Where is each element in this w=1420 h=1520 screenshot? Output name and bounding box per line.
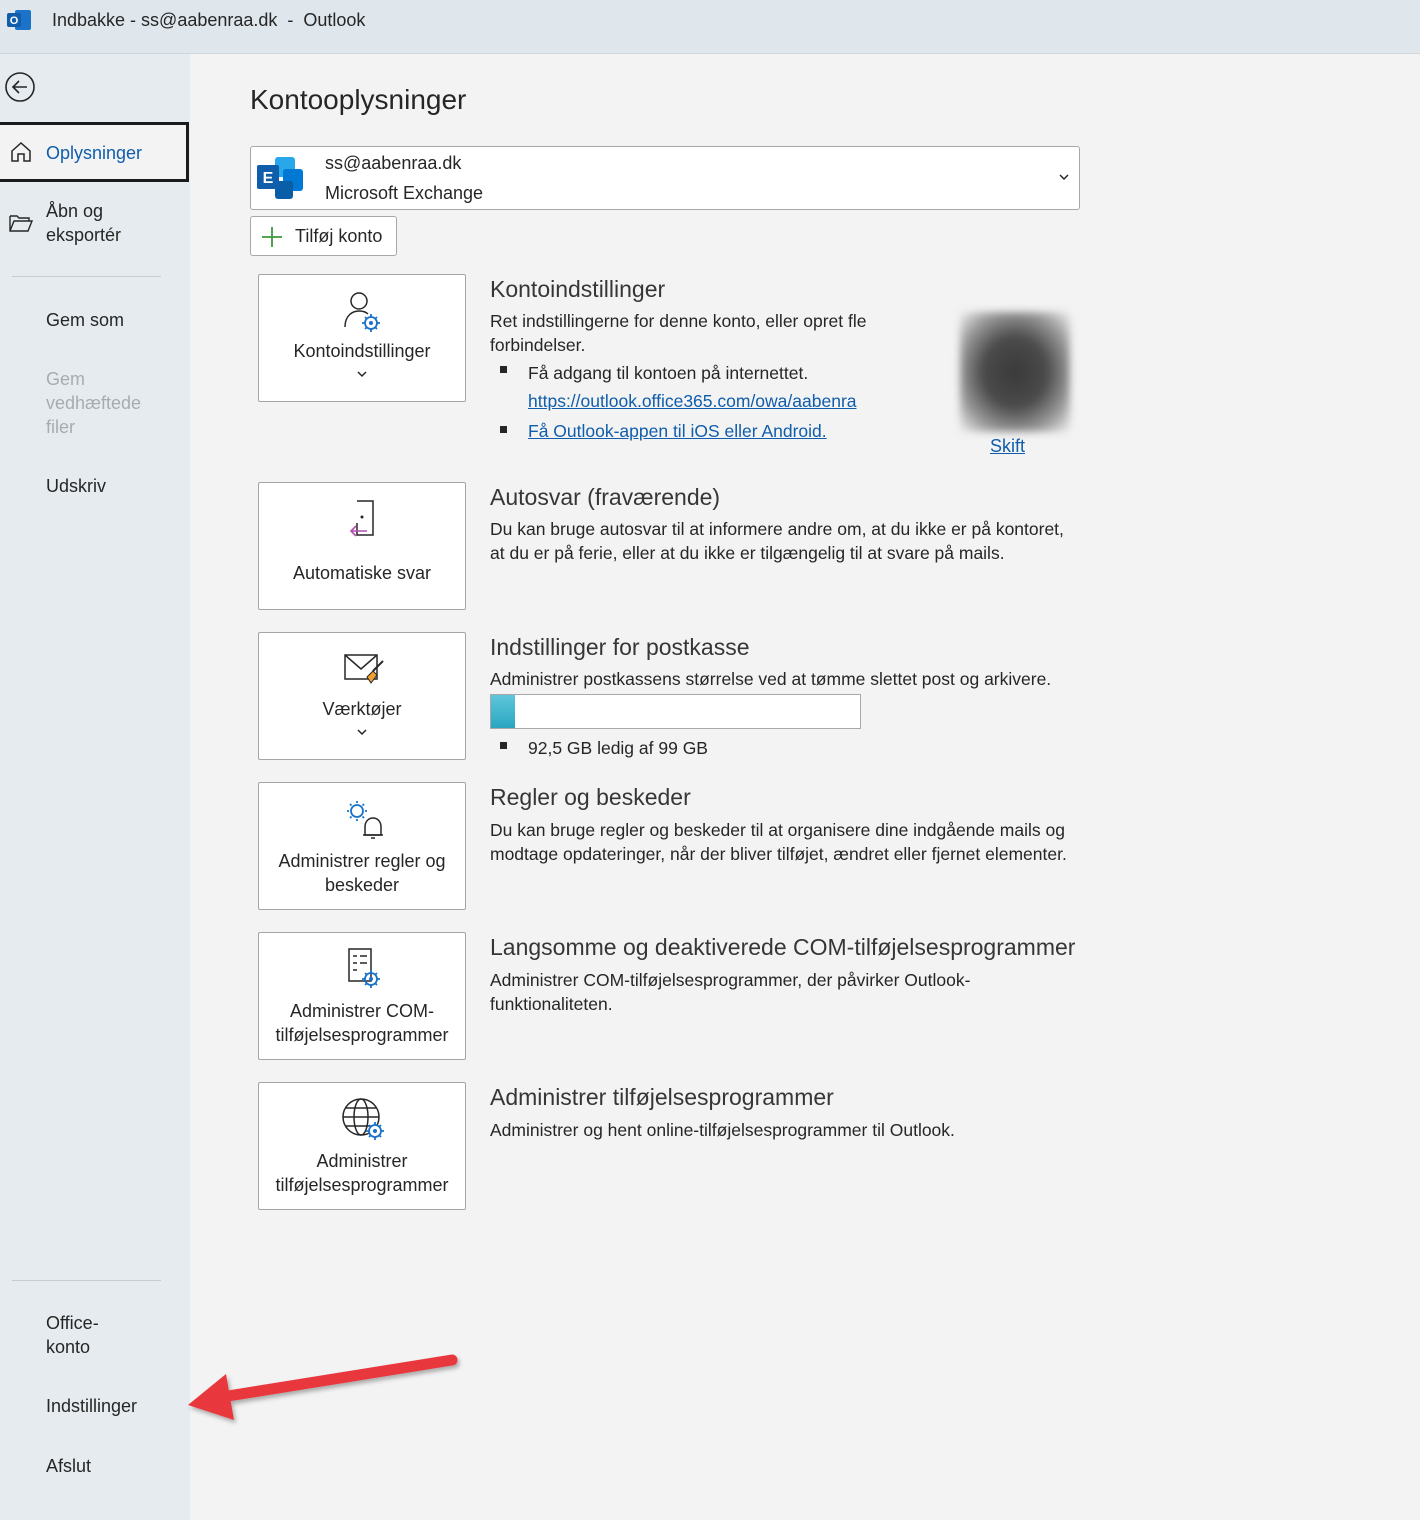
storage-progress-bar: [490, 694, 861, 729]
nav-label: Oplysninger: [46, 143, 143, 163]
section-description: Du kan bruge autosvar til at informere a…: [490, 519, 1064, 563]
profile-photo: [960, 312, 1070, 432]
nav-label: Åbn og eksportér: [46, 201, 122, 245]
tile-label: Værktøjer: [322, 699, 402, 719]
account-settings-tile[interactable]: Kontoindstillinger: [258, 274, 466, 402]
page-title: Kontooplysninger: [250, 84, 467, 115]
nav-item-aabn-og-eksporter[interactable]: Åbn og eksportér: [0, 199, 190, 253]
tools-tile[interactable]: Værktøjer: [258, 632, 466, 760]
section-description: Administrer COM-tilføjelsesprogrammer, d…: [490, 970, 971, 1014]
chevron-down-icon: [357, 729, 367, 736]
account-email: ss@aabenraa.dk: [325, 153, 462, 173]
com-addins-tile[interactable]: Administrer COM-tilføjelsesprogrammer: [258, 932, 466, 1060]
chevron-down-icon: [1059, 174, 1069, 181]
mobile-app-link[interactable]: Få Outlook-appen til iOS eller Android.: [528, 419, 827, 443]
nav-label: Gem som: [46, 310, 125, 330]
user-settings-icon: [344, 292, 380, 332]
nav-item-office-konto[interactable]: Office-konto: [0, 1311, 190, 1359]
section-description: Ret indstillingerne for denne konto, ell…: [490, 311, 867, 331]
section-description-cont: forbindelser.: [490, 335, 586, 355]
tile-label: Administrer COM-tilføjelsesprogrammer: [275, 1001, 449, 1045]
section-title: Regler og beskeder: [490, 784, 691, 810]
globe-settings-icon: [342, 1098, 384, 1140]
section-description: Du kan bruge regler og beskeder til at o…: [490, 820, 1067, 864]
svg-text:O: O: [10, 15, 19, 27]
main-content: Kontooplysninger E ss@aabenraa.dk Micros…: [190, 54, 1420, 1520]
section-description: Administrer postkassens størrelse ved at…: [490, 669, 1052, 689]
account-selector[interactable]: E ss@aabenraa.dk Microsoft Exchange: [250, 146, 1080, 210]
tile-label: Automatiske svar: [292, 563, 432, 583]
window-title: Indbakke - ss@aabenraa.dk - Outlook: [52, 10, 366, 30]
bullet-icon: [500, 742, 507, 749]
back-arrow-icon[interactable]: [3, 70, 37, 104]
section-title: Kontoindstillinger: [490, 276, 666, 302]
home-icon: [11, 141, 31, 162]
door-arrow-icon: [349, 500, 374, 537]
nav-item-indstillinger[interactable]: Indstillinger: [0, 1394, 190, 1418]
bullet-icon: [500, 426, 507, 433]
mailbox-cleanup-icon: [344, 654, 384, 684]
annotation-arrow: [188, 1354, 458, 1420]
nav-label: Office-konto: [46, 1313, 99, 1357]
nav-item-gem-vedhaeftede-filer: Gem vedhæftede filer: [0, 367, 190, 439]
folder-open-icon: [9, 215, 34, 232]
change-photo-link[interactable]: Skift: [990, 436, 1025, 457]
svg-text:E: E: [263, 170, 274, 187]
nav-item-oplysninger[interactable]: Oplysninger: [0, 122, 189, 182]
nav-separator: [12, 1280, 161, 1281]
bullet-icon: [500, 366, 507, 373]
bullet-text: Få adgang til kontoen på internettet.: [528, 363, 809, 383]
blurred-overlay: [875, 304, 915, 414]
nav-separator: [12, 276, 161, 277]
nav-label: Gem vedhæftede filer: [46, 369, 142, 437]
section-title: Autosvar (fraværende): [490, 484, 721, 510]
nav-item-udskriv[interactable]: Udskriv: [0, 474, 190, 498]
tile-label: Administrer tilføjelsesprogrammer: [275, 1151, 449, 1195]
section-title: Langsomme og deaktiverede COM-tilføjelse…: [490, 934, 1076, 960]
nav-label: Udskriv: [46, 476, 107, 496]
nav-label: Indstillinger: [46, 1396, 138, 1416]
storage-text: 92,5 GB ledig af 99 GB: [528, 738, 708, 758]
nav-label: Afslut: [46, 1456, 92, 1476]
section-description: Administrer og hent online-tilføjelsespr…: [490, 1120, 955, 1140]
section-title: Indstillinger for postkasse: [490, 634, 750, 660]
com-addins-icon: [348, 948, 380, 988]
tile-label: Kontoindstillinger: [293, 341, 431, 361]
chevron-down-icon: [357, 371, 367, 378]
automatic-replies-tile[interactable]: Automatiske svar: [258, 482, 466, 610]
outlook-app-icon: O: [7, 10, 31, 30]
title-bar: O Indbakke - ss@aabenraa.dk - Outlook: [0, 0, 1420, 54]
exchange-logo-icon: E: [257, 157, 303, 199]
addins-tile[interactable]: Administrer tilføjelsesprogrammer: [258, 1082, 466, 1210]
storage-progress-fill: [491, 695, 516, 728]
owa-link[interactable]: https://outlook.office365.com/owa/aabenr…: [528, 389, 857, 413]
nav-item-gem-som[interactable]: Gem som: [0, 308, 190, 332]
plus-icon: [262, 227, 282, 247]
nav-item-afslut[interactable]: Afslut: [0, 1454, 190, 1478]
tile-label: Administrer regler og beskeder: [278, 851, 446, 895]
add-account-button[interactable]: Tilføj konto: [250, 216, 397, 256]
account-type: Microsoft Exchange: [325, 183, 484, 203]
backstage-sidebar: Oplysninger Åbn og eksportér Gem som Gem…: [0, 54, 190, 1520]
rules-bell-icon: [347, 801, 383, 839]
add-account-label: Tilføj konto: [295, 226, 383, 246]
rules-alerts-tile[interactable]: Administrer regler og beskeder: [258, 782, 466, 910]
section-title: Administrer tilføjelsesprogrammer: [490, 1084, 834, 1110]
